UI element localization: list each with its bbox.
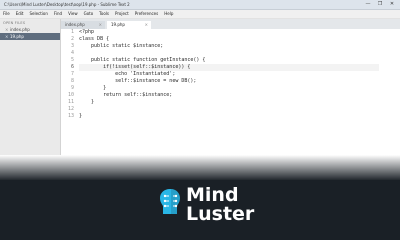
menu-preferences[interactable]: Preferences [132, 10, 162, 18]
code-line: public static $instance; [79, 43, 164, 49]
tab-bar: index.php × 19.php × [61, 19, 400, 29]
code-line: <?php [79, 29, 95, 35]
code-line: public static function getInstance() { [79, 57, 206, 63]
sidebar-file-label: index.php [10, 27, 30, 32]
code-line: echo 'Instantiated'; [79, 71, 176, 77]
line-number: 10 [67, 92, 74, 98]
window-controls: — ❐ ✕ [362, 1, 398, 8]
app-window: C:\Users\Mind Luster\Desktop\test\oop\19… [0, 0, 400, 240]
code-line: class DB { [79, 36, 110, 42]
menu-edit[interactable]: Edit [13, 10, 27, 18]
window-title: C:\Users\Mind Luster\Desktop\test\oop\19… [4, 2, 130, 7]
code-line: return self::$instance; [79, 92, 173, 98]
line-number: 1 [70, 29, 74, 35]
code-line: } [79, 99, 95, 105]
menu-file[interactable]: File [0, 10, 13, 18]
close-button[interactable]: ✕ [386, 1, 398, 8]
line-number: 11 [67, 99, 74, 105]
line-number: 5 [70, 57, 74, 63]
code-line: self::$instance = new DB(); [79, 78, 197, 84]
menu-view[interactable]: View [65, 10, 81, 18]
menu-help[interactable]: Help [161, 10, 176, 18]
menu-tools[interactable]: Tools [96, 10, 112, 18]
minimize-button[interactable]: — [362, 1, 374, 8]
close-icon[interactable]: × [99, 21, 102, 29]
code-line: } [79, 113, 83, 119]
tab-label: index.php [65, 22, 85, 27]
code-area[interactable]: <?php class DB { public static $instance… [79, 29, 379, 120]
menu-selection[interactable]: Selection [26, 10, 50, 18]
line-number: 2 [70, 36, 74, 42]
sidebar-header: OPEN FILES [3, 21, 26, 25]
maximize-button[interactable]: ❐ [374, 1, 386, 8]
tab-label: 19.php [111, 22, 125, 27]
brand-name-line2: Luster [186, 203, 255, 225]
line-number: 3 [70, 43, 74, 49]
line-number: 13 [67, 113, 74, 119]
sidebar-file-label: 19.php [10, 34, 24, 39]
brain-circuit-icon [160, 189, 180, 214]
line-number: 8 [70, 78, 74, 84]
line-number: 12 [67, 106, 74, 112]
tab-index-php[interactable]: index.php × [61, 21, 105, 29]
tab-19-php[interactable]: 19.php × [107, 21, 151, 29]
brand-name-line1: Mind [186, 184, 239, 206]
line-number: 6 [70, 64, 74, 70]
code-line-current: if(!isset(self::$instance)) { [79, 64, 379, 71]
screen-fade [0, 155, 400, 181]
line-number: 4 [70, 50, 74, 56]
line-number: 9 [70, 85, 74, 91]
close-icon[interactable]: × [145, 21, 148, 29]
code-editor[interactable]: 1 2 3 4 5 6 7 8 9 10 11 12 13 <?php clas… [61, 29, 400, 159]
title-bar: C:\Users\Mind Luster\Desktop\test\oop\19… [0, 0, 400, 10]
sidebar-file-index[interactable]: × index.php [0, 26, 60, 33]
line-number: 7 [70, 71, 74, 77]
menu-goto[interactable]: Goto [81, 10, 97, 18]
menu-project[interactable]: Project [112, 10, 132, 18]
menu-bar: File Edit Selection Find View Goto Tools… [0, 10, 400, 19]
sidebar-file-19[interactable]: × 19.php [0, 33, 60, 40]
line-number-gutter: 1 2 3 4 5 6 7 8 9 10 11 12 13 [61, 29, 75, 159]
menu-find[interactable]: Find [51, 10, 65, 18]
code-line: } [79, 85, 107, 91]
